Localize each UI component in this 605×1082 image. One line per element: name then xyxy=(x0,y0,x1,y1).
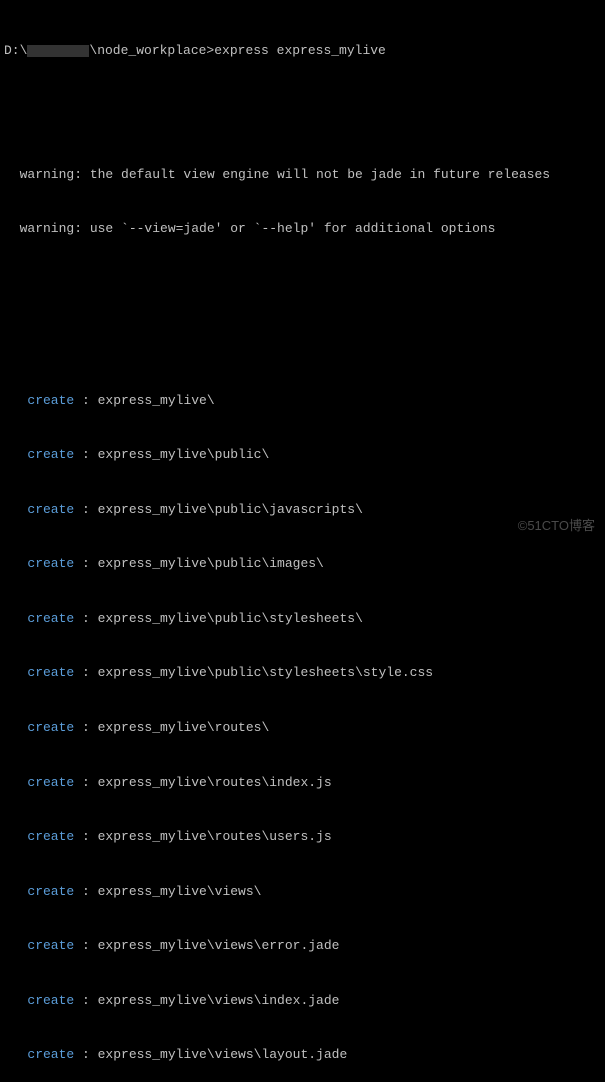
prompt-command: express express_mylive xyxy=(214,43,386,58)
create-line: create : express_mylive\routes\index.js xyxy=(4,774,601,792)
create-line: create : express_mylive\public\images\ xyxy=(4,555,601,573)
create-line: create : express_mylive\views\index.jade xyxy=(4,992,601,1010)
create-path: express_mylive\public\stylesheets\style.… xyxy=(98,665,433,680)
create-line: create : express_mylive\views\ xyxy=(4,883,601,901)
create-path: express_mylive\views\ xyxy=(98,884,262,899)
warning-line: warning: use `--view=jade' or `--help' f… xyxy=(4,220,601,238)
create-keyword: create xyxy=(27,556,74,571)
create-keyword: create xyxy=(27,775,74,790)
create-line: create : express_mylive\public\javascrip… xyxy=(4,501,601,519)
create-path: express_mylive\ xyxy=(98,393,215,408)
create-keyword: create xyxy=(27,393,74,408)
create-path: express_mylive\routes\ xyxy=(98,720,270,735)
create-keyword: create xyxy=(27,665,74,680)
create-path: express_mylive\routes\users.js xyxy=(98,829,332,844)
create-keyword: create xyxy=(27,502,74,517)
create-path: express_mylive\public\javascripts\ xyxy=(98,502,363,517)
prompt-drive: D:\ xyxy=(4,43,27,58)
create-keyword: create xyxy=(27,720,74,735)
prompt-suffix: \node_workplace> xyxy=(89,43,214,58)
create-line: create : express_mylive\public\styleshee… xyxy=(4,610,601,628)
create-keyword: create xyxy=(27,938,74,953)
redacted-path xyxy=(27,45,89,57)
create-keyword: create xyxy=(27,611,74,626)
warning-line: warning: the default view engine will no… xyxy=(4,166,601,184)
create-line: create : express_mylive\routes\users.js xyxy=(4,828,601,846)
create-keyword: create xyxy=(27,1047,74,1062)
warning-block: warning: the default view engine will no… xyxy=(4,129,601,275)
create-path: express_mylive\routes\index.js xyxy=(98,775,332,790)
create-path: express_mylive\public\stylesheets\ xyxy=(98,611,363,626)
create-path: express_mylive\public\images\ xyxy=(98,556,324,571)
create-path: express_mylive\views\error.jade xyxy=(98,938,340,953)
create-line: create : express_mylive\ xyxy=(4,392,601,410)
prompt-line: D:\ \node_workplace>express express_myliv… xyxy=(4,42,601,60)
create-line: create : express_mylive\public\ xyxy=(4,446,601,464)
create-keyword: create xyxy=(27,993,74,1008)
create-line: create : express_mylive\public\styleshee… xyxy=(4,664,601,682)
create-block: create : express_mylive\ create : expres… xyxy=(4,355,601,1082)
create-keyword: create xyxy=(27,829,74,844)
watermark: ©51CTO博客 xyxy=(518,517,595,535)
create-path: express_mylive\public\ xyxy=(98,447,270,462)
create-keyword: create xyxy=(27,884,74,899)
create-line: create : express_mylive\views\layout.jad… xyxy=(4,1046,601,1064)
create-keyword: create xyxy=(27,447,74,462)
create-path: express_mylive\views\index.jade xyxy=(98,993,340,1008)
create-path: express_mylive\views\layout.jade xyxy=(98,1047,348,1062)
create-line: create : express_mylive\views\error.jade xyxy=(4,937,601,955)
create-line: create : express_mylive\routes\ xyxy=(4,719,601,737)
terminal-output: D:\ \node_workplace>express express_myliv… xyxy=(4,6,601,1082)
